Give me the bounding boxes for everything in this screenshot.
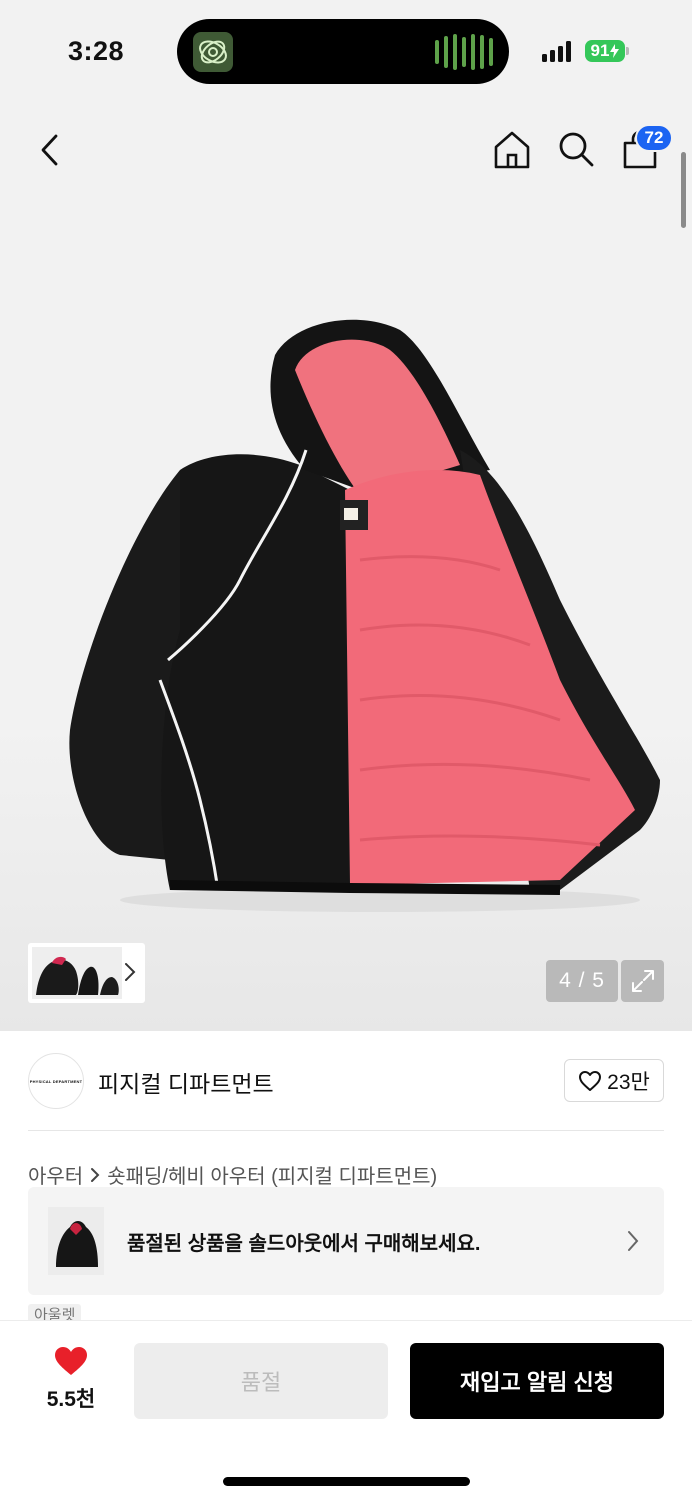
home-icon bbox=[494, 131, 530, 169]
cellular-signal-icon bbox=[542, 40, 571, 62]
brand-logo-text: PHYSICAL DEPARTMENT bbox=[29, 1078, 83, 1084]
chevron-left-icon bbox=[41, 134, 58, 166]
now-playing-artwork bbox=[193, 32, 233, 72]
home-button[interactable] bbox=[490, 128, 534, 172]
thumbnail-strip[interactable] bbox=[28, 943, 145, 1003]
soldout-banner-text: 품절된 상품을 솔드아웃에서 구매해보세요. bbox=[127, 1233, 481, 1255]
chevron-right-icon bbox=[628, 1231, 639, 1251]
expand-icon bbox=[631, 970, 654, 992]
breadcrumb-subcategory[interactable]: 숏패딩/헤비 아우터 (피지컬 디파트먼트) bbox=[107, 1160, 437, 1189]
chevron-right-icon bbox=[125, 963, 136, 981]
status-bar: 3:28 91 bbox=[0, 0, 692, 100]
divider bbox=[28, 1130, 664, 1131]
outlet-tag[interactable]: 아울렛 bbox=[28, 1304, 82, 1320]
product-jacket-image[interactable] bbox=[60, 300, 680, 920]
brand-like-count: 23만 bbox=[607, 1070, 650, 1094]
gallery-counter: 4 / 5 bbox=[546, 960, 618, 1002]
audio-wave-icon bbox=[435, 34, 493, 70]
breadcrumb: 아우터 숏패딩/헤비 아우터 (피지컬 디파트먼트) bbox=[28, 1160, 437, 1189]
cart-count-badge: 72 bbox=[635, 124, 673, 152]
battery-level: 91 bbox=[590, 41, 610, 60]
brand-like-button[interactable]: 23만 bbox=[564, 1059, 664, 1102]
dynamic-island bbox=[177, 19, 509, 84]
banner-thumbnail bbox=[48, 1207, 104, 1275]
soldout-button[interactable]: 품절 bbox=[134, 1343, 388, 1419]
heart-outline-icon bbox=[579, 1070, 602, 1091]
status-time: 3:28 bbox=[68, 36, 125, 66]
thumbnail-image bbox=[32, 947, 122, 999]
heart-filled-icon bbox=[55, 1347, 87, 1375]
brand-row: PHYSICAL DEPARTMENT 피지컬 디파트먼트 23만 bbox=[0, 1031, 692, 1131]
breadcrumb-category[interactable]: 아우터 bbox=[28, 1160, 83, 1189]
home-indicator[interactable] bbox=[223, 1477, 470, 1486]
back-button[interactable] bbox=[30, 130, 70, 170]
battery-tip bbox=[626, 47, 629, 55]
battery-icon: 91 bbox=[585, 40, 625, 62]
chevron-right-icon bbox=[91, 1167, 100, 1182]
top-nav bbox=[0, 110, 692, 190]
expand-button[interactable] bbox=[621, 960, 664, 1002]
soldout-banner[interactable]: 품절된 상품을 솔드아웃에서 구매해보세요. bbox=[28, 1187, 664, 1295]
brand-logo[interactable]: PHYSICAL DEPARTMENT bbox=[28, 1053, 84, 1109]
bottom-action-bar: 5.5천 품절 재입고 알림 신청 bbox=[0, 1320, 692, 1500]
wishlist-button[interactable]: 5.5천 bbox=[30, 1345, 112, 1423]
restock-alert-button[interactable]: 재입고 알림 신청 bbox=[410, 1343, 664, 1419]
scroll-indicator bbox=[681, 152, 686, 228]
search-icon bbox=[559, 132, 594, 167]
wishlist-count: 5.5천 bbox=[46, 1388, 96, 1411]
search-button[interactable] bbox=[555, 128, 597, 170]
brand-name[interactable]: 피지컬 디파트먼트 bbox=[98, 1065, 274, 1099]
